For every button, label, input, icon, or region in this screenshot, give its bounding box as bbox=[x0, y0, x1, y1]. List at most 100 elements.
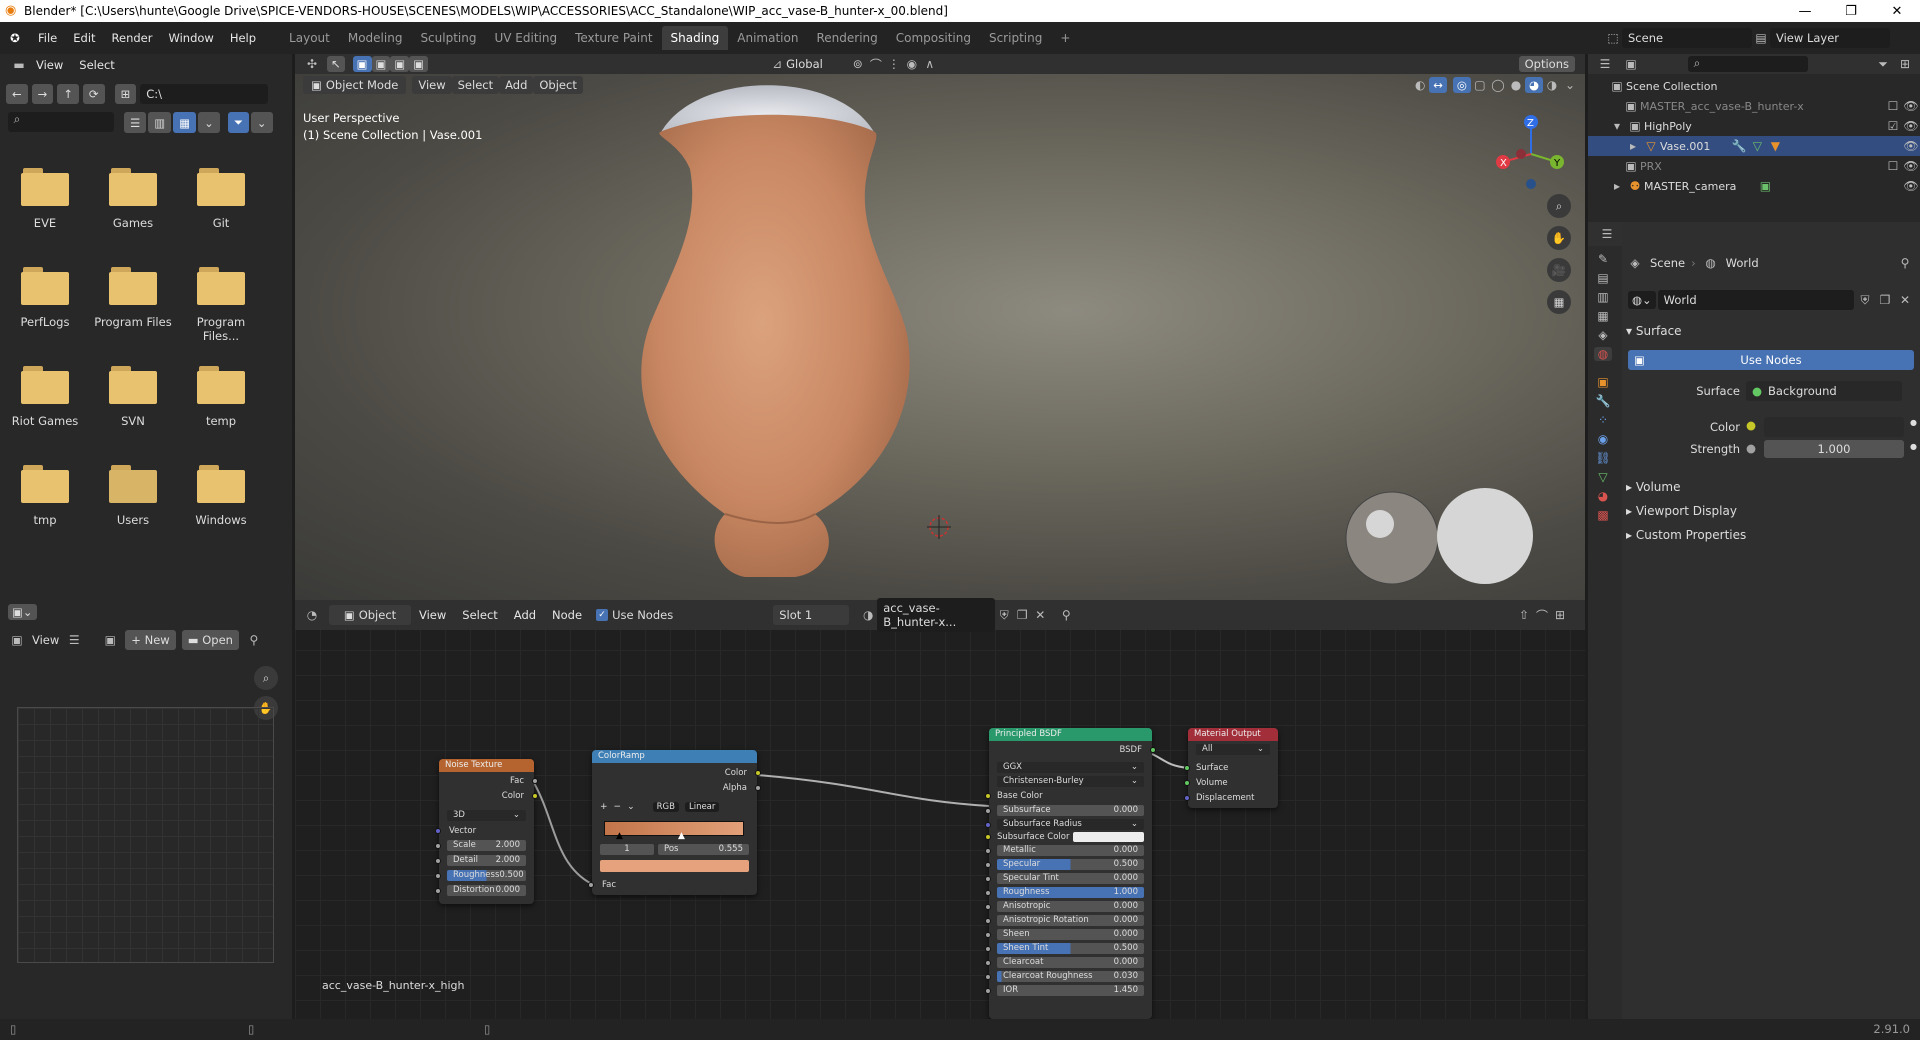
noise-roughness-socket[interactable] bbox=[435, 873, 441, 879]
display-mode-icon[interactable]: ▣ bbox=[1622, 57, 1640, 71]
strength-field[interactable]: 1.000 bbox=[1764, 440, 1904, 458]
data-tab-icon[interactable]: ▽ bbox=[1594, 470, 1612, 484]
falloff-icon[interactable]: ∧ bbox=[921, 57, 939, 71]
bsdf-roughness-field[interactable]: Roughness 1.000 bbox=[997, 887, 1144, 898]
menu-window[interactable]: Window bbox=[160, 31, 221, 45]
tab-uv-editing[interactable]: UV Editing bbox=[485, 26, 566, 50]
scene-selector[interactable]: Scene bbox=[1622, 28, 1752, 48]
folder-program-files[interactable]: Program Files bbox=[93, 267, 173, 329]
bsdf-specular-socket[interactable] bbox=[985, 862, 991, 868]
output-node-header[interactable]: Material Output bbox=[1188, 728, 1278, 741]
view-layer-icon[interactable]: ▤ bbox=[1752, 31, 1770, 45]
bsdf-anisotropic-socket[interactable] bbox=[985, 904, 991, 910]
duplicate-world-icon[interactable]: ❐ bbox=[1876, 293, 1894, 307]
folder-tmp[interactable]: tmp bbox=[5, 465, 85, 527]
navigation-gizmo[interactable]: Z Y X bbox=[1491, 114, 1571, 194]
include-checkbox-icon[interactable]: ☑ bbox=[1884, 119, 1902, 133]
folder-svn[interactable]: SVN bbox=[93, 366, 173, 428]
bsdf-clearcoat-socket[interactable] bbox=[985, 960, 991, 966]
ramp-stop-1-icon[interactable]: ▲ bbox=[678, 831, 685, 841]
folder-eve[interactable]: EVE bbox=[5, 168, 85, 230]
bsdf-subsurface-method-dropdown[interactable]: Christensen-Burley ⌄ bbox=[997, 776, 1144, 787]
snap-icon[interactable]: ⌒ bbox=[867, 56, 885, 73]
ramp-alpha-socket[interactable] bbox=[755, 785, 761, 791]
noise-texture-node[interactable]: Noise Texture Fac Color 3D ⌄ Vector Scale… bbox=[435, 759, 538, 904]
noise-distortion-socket[interactable] bbox=[435, 888, 441, 894]
outliner-row-prx[interactable]: ▣ PRX ☐ 👁 bbox=[1588, 156, 1920, 176]
bsdf-anisotropic-rotation-field[interactable]: Anisotropic Rotation 0.000 bbox=[997, 915, 1144, 926]
image-editor-type-icon[interactable]: ▣⌄ bbox=[8, 604, 37, 620]
ramp-color-mode-dropdown[interactable]: RGB bbox=[652, 802, 679, 812]
new-image-button[interactable]: + New bbox=[125, 630, 176, 650]
menu-render[interactable]: Render bbox=[104, 31, 161, 45]
transform-orientation-dropdown[interactable]: Global bbox=[786, 57, 823, 71]
bsdf-sheen-socket[interactable] bbox=[985, 932, 991, 938]
material-tab-icon[interactable]: ◕ bbox=[1594, 489, 1612, 503]
output-surface-socket[interactable] bbox=[1184, 765, 1190, 771]
viewport-display-section-header[interactable]: ▸ Viewport Display bbox=[1626, 504, 1737, 518]
particles-tab-icon[interactable]: ⁘ bbox=[1594, 413, 1612, 427]
minimize-button[interactable]: — bbox=[1782, 4, 1828, 19]
add-stop-icon[interactable]: + bbox=[600, 802, 608, 812]
folder-riot-games[interactable]: Riot Games bbox=[5, 366, 85, 428]
texture-tab-icon[interactable]: ▩ bbox=[1594, 508, 1612, 522]
ramp-stop-index[interactable]: 1 bbox=[600, 844, 654, 855]
tab-compositing[interactable]: Compositing bbox=[887, 26, 980, 50]
folder-program-files-x86[interactable]: Program Files... bbox=[181, 267, 261, 343]
tab-texture-paint[interactable]: Texture Paint bbox=[566, 26, 661, 50]
bsdf-anisotropic-field[interactable]: Anisotropic 0.000 bbox=[997, 901, 1144, 912]
exclude-checkbox-icon[interactable]: ☐ bbox=[1884, 99, 1902, 113]
bsdf-ior-socket[interactable] bbox=[985, 988, 991, 994]
bsdf-subsurface-socket[interactable] bbox=[985, 808, 991, 814]
pivot-icon[interactable]: ⊚ bbox=[849, 57, 867, 71]
tool-settings-icon[interactable]: ✣ bbox=[303, 57, 321, 71]
new-collection-icon[interactable]: ⊞ bbox=[1896, 57, 1914, 71]
tab-shading[interactable]: Shading bbox=[661, 26, 729, 50]
options-dropdown[interactable]: Options bbox=[1518, 56, 1575, 72]
material-browse-icon[interactable]: ◑ bbox=[859, 608, 877, 622]
bsdf-metallic-field[interactable]: Metallic 0.000 bbox=[997, 845, 1144, 856]
physics-tab-icon[interactable]: ◉ bbox=[1594, 432, 1612, 446]
visibility-eye-icon[interactable]: 👁 bbox=[1902, 159, 1920, 173]
noise-color-socket[interactable] bbox=[532, 793, 538, 799]
bsdf-sheen-field[interactable]: Sheen 0.000 bbox=[997, 929, 1144, 940]
noise-distortion-field[interactable]: Distortion 0.000 bbox=[447, 885, 526, 896]
unlink-material-icon[interactable]: ✕ bbox=[1031, 608, 1049, 622]
view-layer-selector[interactable]: View Layer bbox=[1770, 28, 1890, 48]
material-name-field[interactable]: acc_vase-B_hunter-x... bbox=[877, 598, 996, 632]
noise-scale-field[interactable]: Scale 2.000 bbox=[447, 840, 526, 851]
use-nodes-checkbox[interactable]: ✓ bbox=[596, 609, 609, 621]
tab-rendering[interactable]: Rendering bbox=[807, 26, 886, 50]
remove-stop-icon[interactable]: − bbox=[614, 802, 622, 812]
pin-icon[interactable]: ⚲ bbox=[245, 633, 263, 647]
bsdf-anisotropic-rotation-socket[interactable] bbox=[985, 918, 991, 924]
select-box-icon[interactable]: ▣ bbox=[352, 56, 372, 72]
volume-section-header[interactable]: ▸ Volume bbox=[1626, 480, 1680, 494]
bsdf-specular-field[interactable]: Specular 0.500 bbox=[997, 859, 1144, 870]
image-browse-icon[interactable]: ▣ bbox=[101, 633, 119, 647]
output-tab-icon[interactable]: ▥ bbox=[1594, 290, 1612, 304]
object-tab-icon[interactable]: ▣ bbox=[1594, 375, 1612, 389]
bsdf-specular-tint-field[interactable]: Specular Tint 0.000 bbox=[997, 873, 1144, 884]
parent-node-tree-icon[interactable]: ⇧ bbox=[1515, 608, 1533, 622]
add-workspace-icon[interactable]: + bbox=[1051, 26, 1079, 50]
bsdf-node-header[interactable]: Principled BSDF bbox=[989, 728, 1152, 741]
path-field[interactable]: C:\ bbox=[140, 84, 269, 104]
colorramp-node-header[interactable]: ColorRamp bbox=[592, 750, 757, 763]
snap-target-icon[interactable]: ⋮ bbox=[885, 57, 903, 71]
fb-search-input[interactable]: ⌕ bbox=[8, 112, 114, 132]
principled-bsdf-node[interactable]: Principled BSDF BSDF GGX ⌄ Christensen-Bu… bbox=[985, 728, 1156, 1019]
forward-icon[interactable]: → bbox=[31, 84, 54, 104]
render-tab-icon[interactable]: ▤ bbox=[1594, 271, 1612, 285]
outliner-type-icon[interactable]: ☰ bbox=[1596, 57, 1614, 71]
noise-detail-socket[interactable] bbox=[435, 858, 441, 864]
menu-edit[interactable]: Edit bbox=[65, 31, 103, 45]
tab-animation[interactable]: Animation bbox=[728, 26, 807, 50]
menu-file[interactable]: File bbox=[30, 31, 65, 45]
bsdf-subsurface-color-socket[interactable] bbox=[985, 834, 991, 840]
fb-menu-select[interactable]: Select bbox=[71, 58, 122, 72]
folder-windows[interactable]: Windows bbox=[181, 465, 261, 527]
colorramp-node[interactable]: ColorRamp Color Alpha + − ⌄ RGB Linear ▲ ▲… bbox=[588, 750, 761, 895]
modifier-tab-icon[interactable]: 🔧 bbox=[1594, 394, 1612, 408]
outliner-row-vase[interactable]: ▸ ▽ Vase.001 🔧 ▽ ▼ 👁 bbox=[1588, 136, 1920, 156]
